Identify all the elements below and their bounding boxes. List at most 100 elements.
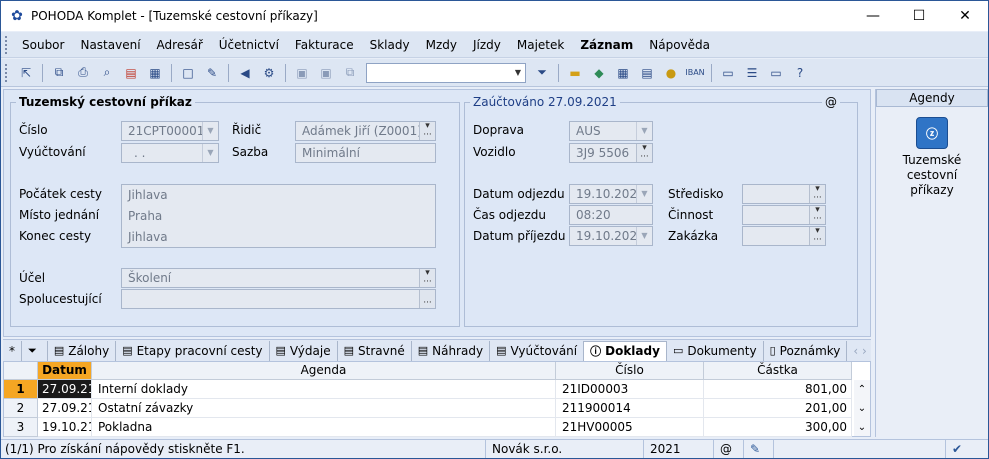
agenda-item-label[interactable]: Tuzemské cestovní příkazy <box>876 153 988 198</box>
col-cislo[interactable]: Číslo <box>556 362 704 380</box>
preview-icon[interactable]: ⌕ <box>97 63 117 83</box>
tab-etapy[interactable]: ▤ Etapy pracovní cesty <box>116 340 270 361</box>
calculator-icon[interactable]: ▦ <box>613 63 633 83</box>
dat-prij-field[interactable]: 19.10.2021 ▼ <box>569 226 653 246</box>
chevron-down-icon[interactable]: ▼ <box>202 122 218 140</box>
scroll-down-icon[interactable]: ⌄ <box>854 399 870 418</box>
print-icon[interactable]: ⎙ <box>73 63 93 83</box>
new-record-icon[interactable]: □ <box>178 63 198 83</box>
route-field[interactable]: Jihlava Praha Jihlava <box>121 184 436 248</box>
tab-nahrady[interactable]: ▤ Náhrady <box>412 340 491 361</box>
tab-scroll-arrows[interactable]: ‹ › <box>847 341 872 361</box>
note-icon[interactable]: ▭ <box>766 63 786 83</box>
menu-mzdy[interactable]: Mzdy <box>418 32 465 58</box>
table-scrollbar[interactable]: ⌃ ⌄ ⌄ <box>854 380 870 436</box>
chevron-down-icon[interactable]: ▾ ··· <box>809 206 825 224</box>
spolu-field[interactable]: ··· <box>121 289 436 309</box>
chevron-down-icon[interactable]: ▼ <box>636 185 652 203</box>
menu-grip[interactable] <box>5 35 8 54</box>
menu-fakturace[interactable]: Fakturace <box>287 32 362 58</box>
tab-all[interactable]: * <box>3 340 22 361</box>
scroll-end-icon[interactable]: ⌄ <box>854 418 870 437</box>
menu-napoveda[interactable]: Nápověda <box>641 32 718 58</box>
stredisko-field[interactable]: ▾ ··· <box>742 184 826 204</box>
table-cell-castka[interactable]: 801,00 <box>704 380 852 399</box>
table-cell-castka[interactable]: 201,00 <box>704 399 852 418</box>
list-icon[interactable]: ☰ <box>742 63 762 83</box>
table-cell-datum[interactable]: 27.09.21 <box>38 399 92 418</box>
tag-icon[interactable]: ◆ <box>589 63 609 83</box>
menu-jizdy[interactable]: Jízdy <box>465 32 509 58</box>
coins-icon[interactable]: ● <box>661 63 681 83</box>
message-icon[interactable]: ▭ <box>718 63 738 83</box>
chevron-down-icon[interactable]: ▼ <box>202 144 218 162</box>
sazba-field[interactable]: Minimální <box>295 143 436 163</box>
maximize-button[interactable]: ☐ <box>896 1 942 31</box>
table-cell-cislo[interactable]: 21ID00003 <box>556 380 704 399</box>
vyuctovani-field[interactable]: . . ▼ <box>121 143 219 163</box>
zakazka-field[interactable]: ▾ ··· <box>742 226 826 246</box>
settings-icon[interactable]: ⚙ <box>259 63 279 83</box>
table-cell-castka[interactable]: 300,00 <box>704 418 852 437</box>
edit-icon[interactable]: ✎ <box>202 63 222 83</box>
col-datum[interactable]: Datum <box>38 362 92 380</box>
agenda-item-icon[interactable]: ⓩ <box>916 117 948 149</box>
table-cell-datum[interactable]: 19.10.21 <box>38 418 92 437</box>
menu-zaznam[interactable]: Záznam <box>572 32 641 58</box>
table-cell-cislo[interactable]: 211900014 <box>556 399 704 418</box>
table-cell-cislo[interactable]: 21HV00005 <box>556 418 704 437</box>
scroll-up-icon[interactable]: ⌃ <box>854 380 870 399</box>
tab-filter[interactable]: ⏷ <box>22 340 48 361</box>
menu-ucetnictvi[interactable]: Účetnictví <box>211 32 287 58</box>
agenda-icon[interactable]: ⇱ <box>16 63 36 83</box>
close-button[interactable]: ✕ <box>942 1 988 31</box>
cas-odj-field[interactable]: 08:20 <box>569 205 653 225</box>
chevron-down-icon[interactable]: ▾ ··· <box>636 144 652 162</box>
row-number[interactable]: 3 <box>4 418 38 437</box>
ridic-field[interactable]: Adámek Jiří (Z0001) ▾ ··· <box>295 121 436 141</box>
more-icon[interactable]: ··· <box>419 290 435 308</box>
export-icon[interactable]: ▦ <box>145 63 165 83</box>
col-agenda[interactable]: Agenda <box>92 362 556 380</box>
menu-majetek[interactable]: Majetek <box>509 32 572 58</box>
chevron-down-icon[interactable]: ▾ ··· <box>419 122 435 140</box>
tab-zalohy[interactable]: ▤ Zálohy <box>48 340 117 361</box>
help-icon[interactable]: ? <box>790 63 810 83</box>
dat-odj-field[interactable]: 19.10.2021 ▼ <box>569 184 653 204</box>
table-cell-agenda[interactable]: Pokladna <box>92 418 556 437</box>
menu-sklady[interactable]: Sklady <box>362 32 418 58</box>
table-cell-agenda[interactable]: Interní doklady <box>92 380 556 399</box>
chevron-down-icon[interactable]: ▾ ··· <box>809 185 825 203</box>
chevron-down-icon[interactable]: ▼ <box>511 64 525 82</box>
ucel-field[interactable]: Školení ▾ ··· <box>121 268 436 288</box>
folder-icon[interactable]: ▬ <box>565 63 585 83</box>
row-number[interactable]: 2 <box>4 399 38 418</box>
tab-poznamky[interactable]: ▯ Poznámky <box>764 340 848 361</box>
cinnost-field[interactable]: ▾ ··· <box>742 205 826 225</box>
menu-soubor[interactable]: Soubor <box>14 32 72 58</box>
filter-icon[interactable]: ⏷ <box>532 63 552 83</box>
vozidlo-field[interactable]: 3J9 5506 ▾ ··· <box>569 143 653 163</box>
toolbar-grip[interactable] <box>5 63 8 82</box>
row-number[interactable]: 1 <box>4 380 38 399</box>
tab-vydaje[interactable]: ▤ Výdaje <box>270 340 338 361</box>
cislo-field[interactable]: 21CPT00001 ▼ <box>121 121 219 141</box>
tab-vyuctovani[interactable]: ▤ Vyúčtování <box>490 340 585 361</box>
table-cell-datum[interactable]: 27.09.21 <box>38 380 92 399</box>
menu-adresar[interactable]: Adresář <box>149 32 211 58</box>
copy-icon[interactable]: ⧉ <box>49 63 69 83</box>
chevron-down-icon[interactable]: ▼ <box>636 122 652 140</box>
pdf-icon[interactable]: ▤ <box>121 63 141 83</box>
pen-icon[interactable]: ✎ <box>743 440 773 458</box>
chevron-down-icon[interactable]: ▼ <box>636 227 652 245</box>
col-castka[interactable]: Částka <box>704 362 852 380</box>
back-icon[interactable]: ◀ <box>235 63 255 83</box>
chevron-down-icon[interactable]: ▾ ··· <box>809 227 825 245</box>
table-cell-agenda[interactable]: Ostatní závazky <box>92 399 556 418</box>
checkmark-icon[interactable]: ✔ <box>945 440 975 458</box>
doprava-field[interactable]: AUS ▼ <box>569 121 653 141</box>
table-icon[interactable]: ▤ <box>637 63 657 83</box>
cancel-icon[interactable]: ▣ <box>316 63 336 83</box>
search-combo[interactable]: ▼ <box>366 62 526 83</box>
tab-stravne[interactable]: ▤ Stravné <box>338 340 412 361</box>
